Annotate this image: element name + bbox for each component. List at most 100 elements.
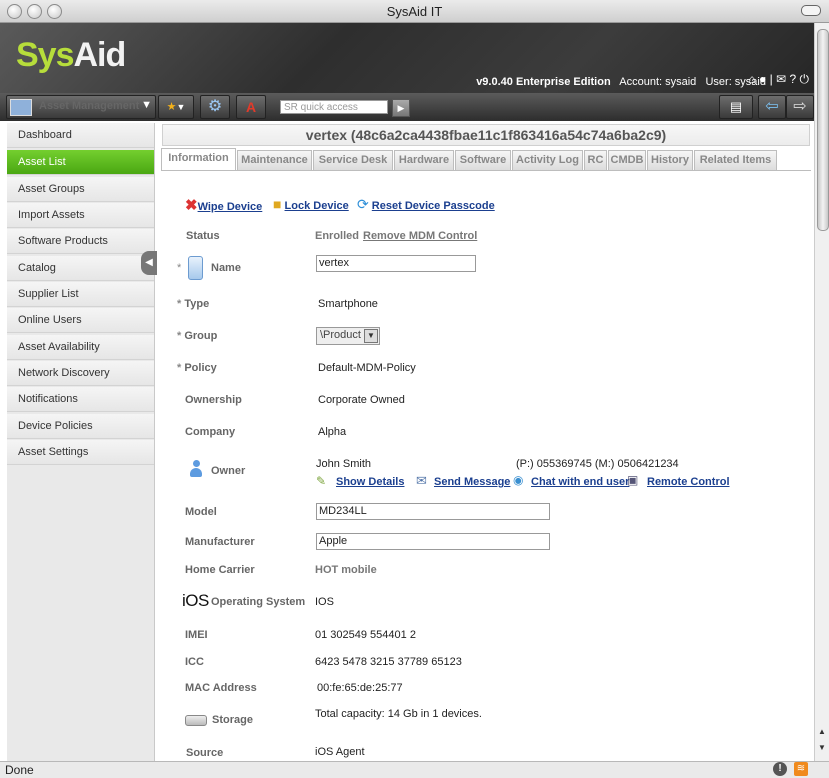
sidebar-item-dashboard[interactable]: Dashboard: [7, 123, 154, 148]
sidebar-item-asset-groups[interactable]: Asset Groups: [7, 177, 154, 202]
details-icon: ✎: [316, 474, 327, 488]
manufacturer-field[interactable]: Apple: [316, 533, 550, 550]
icc-label: ICC: [185, 656, 204, 668]
wipe-device-link[interactable]: Wipe Device: [198, 201, 263, 213]
scrollbar-thumb[interactable]: [817, 29, 829, 231]
source-label: Source: [186, 747, 224, 759]
mac-value: 00:fe:65:de:25:77: [317, 682, 403, 694]
model-label: Model: [185, 506, 217, 518]
group-selected: \Product: [320, 329, 361, 341]
tab-hardware[interactable]: Hardware: [394, 150, 454, 171]
forward-button[interactable]: ⇨: [786, 95, 814, 119]
tab-cmdb[interactable]: CMDB: [608, 150, 646, 171]
settings-button[interactable]: ⚙: [200, 95, 230, 119]
sidebar-item-import-assets[interactable]: Import Assets: [7, 203, 154, 228]
header-icons: ⌂ ● | ✉ ? ⏻: [748, 72, 809, 87]
policy-value: Default-MDM-Policy: [318, 362, 416, 374]
sidebar-item-device-policies[interactable]: Device Policies: [7, 414, 154, 439]
account-label: Account: sysaid: [619, 76, 697, 88]
name-label: Name: [211, 262, 241, 274]
tab-history[interactable]: History: [647, 150, 693, 171]
scroll-up-icon[interactable]: ▲: [818, 727, 826, 736]
home-carrier-value: HOT mobile: [315, 564, 377, 576]
os-label: Operating System: [211, 596, 306, 608]
refresh-icon: ⟳: [357, 196, 369, 212]
remove-mdm-link[interactable]: Remove MDM Control: [363, 230, 477, 242]
person-icon: [190, 460, 202, 478]
module-label: Asset Management: [39, 100, 140, 112]
back-button[interactable]: ⇦: [758, 95, 786, 119]
favorites-button[interactable]: ★▼: [158, 95, 194, 119]
sidebar: Dashboard Asset List Asset Groups Import…: [7, 123, 155, 761]
smartphone-icon: [188, 256, 203, 280]
wipe-device-action[interactable]: ✖Wipe Device: [185, 196, 262, 214]
sr-quick-access-input[interactable]: SR quick access: [280, 100, 388, 114]
wipe-x-icon: ✖: [185, 197, 198, 214]
scroll-down-icon[interactable]: ▼: [818, 743, 826, 752]
owner-label: Owner: [211, 465, 246, 477]
status-bar: Done ! ≋: [0, 761, 829, 778]
sidebar-item-asset-settings[interactable]: Asset Settings: [7, 440, 154, 465]
ownership-value: Corporate Owned: [318, 394, 405, 406]
app-header: SysAid v9.0.40 Enterprise Edition Accoun…: [0, 23, 814, 93]
tab-maintenance[interactable]: Maintenance: [237, 150, 312, 171]
tab-information[interactable]: Information: [161, 148, 236, 171]
model-field[interactable]: MD234LL: [316, 503, 550, 520]
collapse-sidebar-button[interactable]: ◀: [141, 251, 157, 275]
asset-management-icon: [10, 99, 32, 116]
window-titlebar: SysAid IT: [0, 0, 829, 23]
imei-label: IMEI: [185, 629, 208, 641]
toolbar-toggle-button[interactable]: [801, 5, 821, 16]
show-details-link[interactable]: Show Details: [336, 476, 404, 488]
chat-icon: ◉: [513, 473, 524, 487]
reset-passcode-action[interactable]: ⟳ Reset Device Passcode: [357, 196, 495, 213]
type-label: * Type: [177, 298, 210, 310]
lock-device-action[interactable]: ■ Lock Device: [273, 196, 349, 212]
user-icon[interactable]: ●: [759, 72, 766, 86]
tab-activity-log[interactable]: Activity Log: [512, 150, 583, 171]
home-icon[interactable]: ⌂: [748, 72, 755, 86]
print-button[interactable]: ▤: [719, 95, 753, 119]
arrow-left-icon: ⇦: [765, 98, 779, 115]
info-icon[interactable]: !: [773, 762, 787, 776]
sidebar-item-asset-availability[interactable]: Asset Availability: [7, 335, 154, 360]
lock-icon: ■: [273, 196, 282, 212]
printer-icon: ▤: [729, 99, 743, 114]
status-label: Status: [186, 230, 220, 242]
tab-rc[interactable]: RC: [584, 150, 607, 171]
lock-device-link[interactable]: Lock Device: [285, 200, 349, 212]
reset-passcode-link[interactable]: Reset Device Passcode: [372, 200, 495, 212]
module-selector[interactable]: Asset Management ▼: [6, 95, 156, 119]
tab-service-desk[interactable]: Service Desk: [313, 150, 393, 171]
send-message-link[interactable]: Send Message: [434, 476, 510, 488]
help-icon[interactable]: ?: [789, 72, 796, 86]
arrow-right-icon: ▶: [397, 103, 405, 113]
sidebar-item-catalog[interactable]: Catalog: [7, 256, 154, 281]
group-select[interactable]: \Product ▼: [316, 327, 380, 345]
mail-icon[interactable]: ✉: [776, 72, 786, 86]
divider-icon: |: [769, 72, 773, 86]
chevron-down-icon: ▼: [141, 99, 152, 111]
ios-logo: iOS: [182, 591, 209, 610]
sidebar-item-asset-list[interactable]: Asset List: [7, 150, 154, 175]
pdf-button[interactable]: A: [236, 95, 266, 119]
rss-icon[interactable]: ≋: [794, 762, 808, 776]
policy-label: * Policy: [177, 362, 217, 374]
sidebar-item-software-products[interactable]: Software Products: [7, 229, 154, 254]
vertical-scrollbar[interactable]: ▲ ▼: [814, 23, 829, 761]
star-icon: ★: [166, 101, 177, 113]
logout-icon[interactable]: ⏻: [800, 72, 810, 86]
sr-go-button[interactable]: ▶: [392, 99, 410, 117]
sidebar-item-network-discovery[interactable]: Network Discovery: [7, 361, 154, 386]
sidebar-item-notifications[interactable]: Notifications: [7, 387, 154, 412]
remote-control-link[interactable]: Remote Control: [647, 476, 730, 488]
tab-related-items[interactable]: Related Items: [694, 150, 777, 171]
version-label: v9.0.40 Enterprise Edition: [476, 76, 611, 88]
home-carrier-label: Home Carrier: [185, 564, 255, 576]
chat-link[interactable]: Chat with end user: [531, 476, 629, 488]
sidebar-item-supplier-list[interactable]: Supplier List: [7, 282, 154, 307]
type-value: Smartphone: [318, 298, 378, 310]
sidebar-item-online-users[interactable]: Online Users: [7, 308, 154, 333]
tab-software[interactable]: Software: [455, 150, 511, 171]
name-field[interactable]: vertex: [316, 255, 476, 272]
